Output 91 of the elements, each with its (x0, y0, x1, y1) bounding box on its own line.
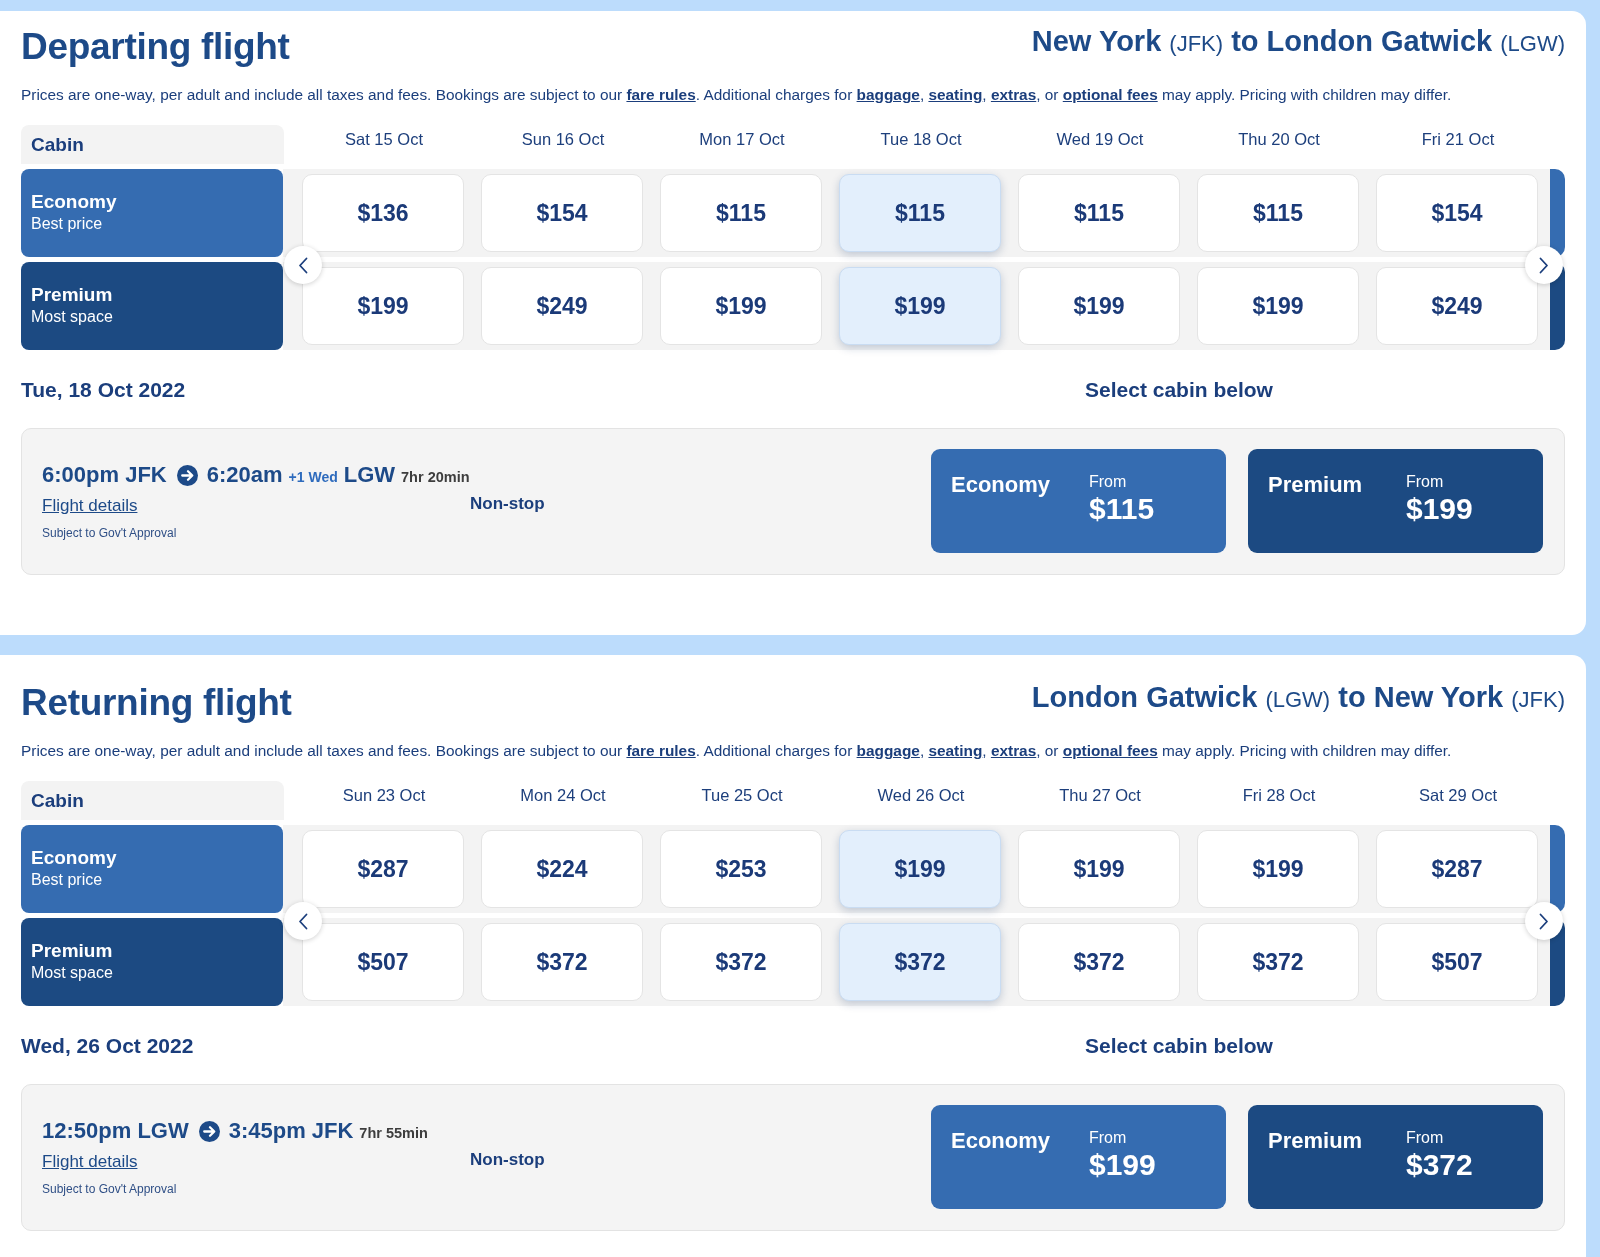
arrival-time: 6:20am (206, 461, 283, 489)
flight-details-link[interactable]: Flight details (42, 1151, 138, 1173)
cabin-subtitle: Most space (31, 963, 114, 983)
fare-cell[interactable]: $136 (302, 174, 464, 252)
chevron-right-icon (1539, 256, 1549, 274)
approval-note: Subject to Gov't Approval (42, 1181, 177, 1197)
fare-cell[interactable]: $199 (660, 267, 822, 345)
date-header: Wed 19 Oct (1055, 129, 1145, 150)
chevron-left-icon (298, 256, 308, 274)
fare-cell[interactable]: $372 (481, 923, 643, 1001)
fare-cell[interactable]: $154 (481, 174, 643, 252)
cabin-subtitle: Best price (31, 214, 104, 234)
fare-cell[interactable]: $199 (1018, 830, 1180, 908)
cabin-fare-button[interactable]: Premium From $372 (1248, 1105, 1543, 1209)
fare-cell[interactable]: $115 (660, 174, 822, 252)
fare-cell[interactable]: $249 (481, 267, 643, 345)
fare-cell[interactable]: $154 (1376, 174, 1538, 252)
fare-cell[interactable]: $507 (302, 923, 464, 1001)
fare-cell[interactable]: $372 (839, 923, 1001, 1001)
selected-date: Wed, 26 Oct 2022 (21, 1034, 194, 1057)
disclaimer-link[interactable]: optional fees (1062, 86, 1158, 103)
cabin-name: Premium (31, 284, 114, 306)
cabin-column-header: Cabin (21, 781, 284, 820)
date-header: Fri 21 Oct (1420, 129, 1496, 150)
selected-date: Tue, 18 Oct 2022 (21, 378, 186, 401)
cabin-name: Economy (31, 191, 118, 213)
fare-disclaimer: Prices are one-way, per adult and include all taxes and fees. Bookings are subject to our fare rules. Additional charges for baggage, seating, extras, or optional fees may apply. Pricing with children may differ. (21, 741, 1453, 761)
disclaimer-link[interactable]: fare rules (626, 86, 696, 103)
route-heading: London Gatwick (LGW) to New York (JFK) (1031, 680, 1565, 715)
fare-cell[interactable]: $199 (302, 267, 464, 345)
cabin-subtitle: Best price (31, 870, 104, 890)
fare-cell[interactable]: $199 (839, 830, 1001, 908)
date-header: Sun 23 Oct (341, 785, 427, 806)
departure-time: 12:50pm LGW (42, 1117, 189, 1145)
fare-cell[interactable]: $372 (660, 923, 822, 1001)
fare-cell[interactable]: $199 (1197, 267, 1359, 345)
flight-details-link[interactable]: Flight details (42, 495, 138, 517)
date-header: Wed 26 Oct (876, 785, 966, 806)
arrival-airport: JFK (311, 1117, 354, 1145)
fare-cell[interactable]: $115 (1197, 174, 1359, 252)
fare-cell[interactable]: $115 (839, 174, 1001, 252)
cabin-prompt: Select cabin below (1085, 378, 1273, 401)
fare-disclaimer: Prices are one-way, per adult and include all taxes and fees. Bookings are subject to our fare rules. Additional charges for baggage, seating, extras, or optional fees may apply. Pricing with children may differ. (21, 85, 1453, 105)
date-header: Sun 16 Oct (520, 129, 606, 150)
fare-cell[interactable]: $224 (481, 830, 643, 908)
disclaimer-link[interactable]: optional fees (1062, 742, 1158, 759)
cabin-fare-button[interactable]: Premium From $199 (1248, 449, 1543, 553)
section-title: Returning flight (21, 682, 292, 724)
fare-cell[interactable]: $287 (302, 830, 464, 908)
fare-cell[interactable]: $199 (1197, 830, 1359, 908)
disclaimer-link[interactable]: baggage (856, 86, 920, 103)
date-header: Tue 25 Oct (700, 785, 784, 806)
date-header: Mon 24 Oct (519, 785, 607, 806)
fare-cell[interactable]: $199 (1018, 267, 1180, 345)
fare-cell[interactable]: $199 (839, 267, 1001, 345)
cabin-fare-button[interactable]: Economy From $199 (931, 1105, 1226, 1209)
chevron-left-icon (298, 912, 308, 930)
cabin-fare-button[interactable]: Economy From $115 (931, 449, 1226, 553)
fare-cell[interactable]: $372 (1018, 923, 1180, 1001)
fare-cell[interactable]: $253 (660, 830, 822, 908)
departure-time: 6:00pm JFK (42, 461, 167, 489)
date-header: Sat 29 Oct (1418, 785, 1498, 806)
fare-cell[interactable]: $287 (1376, 830, 1538, 908)
flight-duration: 7hr 20min (401, 469, 470, 485)
fare-cell[interactable]: $372 (1197, 923, 1359, 1001)
arrival-airport: LGW (343, 461, 396, 489)
cabin-name: Economy (31, 847, 118, 869)
cabin-subtitle: Most space (31, 307, 114, 327)
stops-label: Non-stop (470, 493, 545, 515)
date-header: Tue 18 Oct (879, 129, 963, 150)
cabin-prompt: Select cabin below (1085, 1034, 1273, 1057)
fare-cell[interactable]: $507 (1376, 923, 1538, 1001)
cabin-name: Premium (31, 940, 114, 962)
date-header: Thu 20 Oct (1237, 129, 1321, 150)
fare-cell[interactable]: $115 (1018, 174, 1180, 252)
date-header: Fri 28 Oct (1241, 785, 1317, 806)
disclaimer-link[interactable]: baggage (856, 742, 920, 759)
cabin-column-header: Cabin (21, 125, 284, 164)
route-heading: New York (JFK) to London Gatwick (LGW) (1031, 24, 1565, 59)
approval-note: Subject to Gov't Approval (42, 525, 177, 541)
date-header: Sat 15 Oct (344, 129, 424, 150)
fare-cell[interactable]: $249 (1376, 267, 1538, 345)
next-day-note: +1 Wed (288, 469, 338, 485)
chevron-right-icon (1539, 912, 1549, 930)
stops-label: Non-stop (470, 1149, 545, 1171)
date-header: Thu 27 Oct (1058, 785, 1142, 806)
flight-duration: 7hr 55min (359, 1125, 428, 1141)
section-title: Departing flight (21, 26, 290, 68)
arrival-time: 3:45pm (228, 1117, 306, 1145)
disclaimer-link[interactable]: fare rules (626, 742, 696, 759)
date-header: Mon 17 Oct (698, 129, 786, 150)
